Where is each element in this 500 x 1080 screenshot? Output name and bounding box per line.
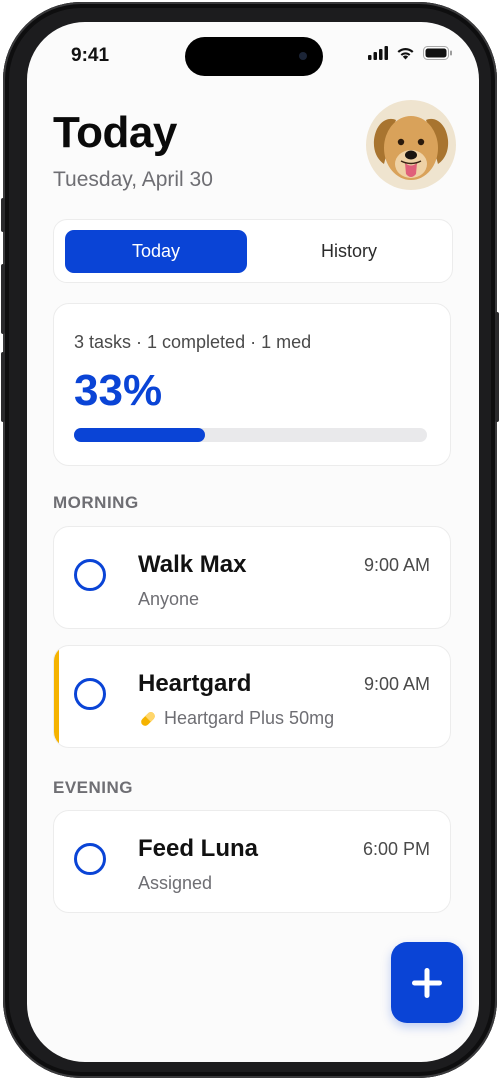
task-card-heartgard[interactable]: Heartgard Heartgard Plus 50mg 9:00 AM: [53, 645, 451, 748]
task-checkbox[interactable]: [74, 843, 106, 875]
task-assignee: Assigned: [138, 873, 213, 893]
dog-avatar-image: [366, 100, 456, 190]
action-button: [1, 198, 5, 232]
plus-icon: [412, 967, 442, 998]
dog-avatar[interactable]: [366, 100, 456, 190]
page-title: Today: [53, 108, 177, 157]
task-subtitle: Assigned: [138, 873, 212, 894]
dynamic-island: [185, 37, 323, 76]
task-checkbox[interactable]: [74, 678, 106, 710]
progress-bar: [74, 428, 427, 442]
page-date: Tuesday, April 30: [53, 168, 213, 191]
status-time: 9:41: [71, 45, 110, 66]
task-card-feed-luna[interactable]: Feed Luna Assigned 6:00 PM: [53, 810, 451, 913]
power-button: [495, 312, 499, 422]
task-subtitle: Heartgard Plus 50mg: [138, 708, 334, 729]
section-label-evening: EVENING: [53, 778, 134, 797]
task-time: 9:00 AM: [363, 555, 430, 575]
volume-up-button: [1, 264, 5, 334]
task-checkbox[interactable]: [74, 559, 106, 591]
task-time: 9:00 AM: [363, 674, 430, 694]
section-label-morning: MORNING: [53, 493, 139, 512]
task-name: Feed Luna: [138, 835, 259, 862]
status-icons: [368, 46, 453, 60]
task-time: 6:00 PM: [362, 839, 430, 859]
phone-frame: 9:41 Today Tuesday, April 30 Today Histo…: [1, 2, 499, 1078]
wifi-icon: [397, 48, 414, 60]
add-task-button[interactable]: [391, 942, 463, 1023]
progress-summary: 3 tasks · 1 completed · 1 med: [74, 332, 312, 352]
progress-bar-fill: [74, 428, 205, 442]
task-name: Walk Max: [138, 551, 247, 578]
signal-icon: [368, 46, 388, 60]
progress-card: 3 tasks · 1 completed · 1 med 33%: [53, 303, 451, 466]
task-assignee: Anyone: [138, 589, 200, 609]
task-subtitle: Anyone: [138, 589, 199, 610]
tab-today[interactable]: Today: [65, 230, 247, 273]
tab-history[interactable]: History: [258, 230, 440, 273]
camera-dot: [299, 52, 307, 60]
pill-icon: [141, 711, 155, 726]
medication-accent-bar: [54, 646, 59, 747]
task-card-walk-max[interactable]: Walk Max Anyone 9:00 AM: [53, 526, 451, 629]
view-toggle: Today History: [53, 219, 453, 283]
medication-dose: Heartgard Plus 50mg: [164, 708, 335, 728]
volume-down-button: [1, 352, 5, 422]
task-name: Heartgard: [138, 670, 252, 697]
app-screen: 9:41 Today Tuesday, April 30 Today Histo…: [27, 22, 479, 1062]
battery-icon: [423, 46, 452, 60]
progress-percent: 33%: [74, 366, 163, 415]
